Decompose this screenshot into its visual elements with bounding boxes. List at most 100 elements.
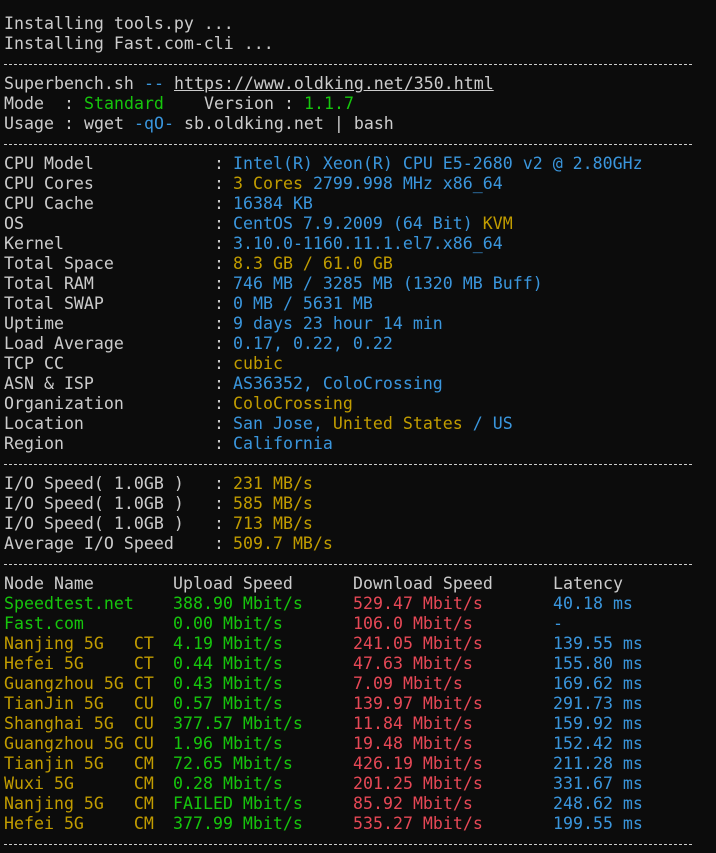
upload-speed-cell: 4.19 Mbit/s [173,634,283,653]
latency-cell: 331.67 ms [553,774,643,793]
col-header-upload: Upload Speed [173,574,293,593]
usage-args: sb.oldking.net | bash [184,114,394,133]
info-value: 0 MB / 5631 MB [233,294,373,314]
node-name-cell: Nanjing 5G CT [4,634,154,653]
info-label: Total SWAP [4,294,104,313]
speed-table-row: Nanjing 5G CM FAILED Mbit/s 85.92 Mbit/s 24… [4,794,716,814]
io-separator: : [214,514,224,533]
download-speed-cell: 535.27 Mbit/s [353,814,483,833]
io-speed-row: I/O Speed( 1.0GB ):713 MB/s [4,514,716,534]
mode-label: Mode [4,94,44,113]
speed-table-row: Shanghai 5G CU 377.57 Mbit/s 11.84 Mbit/s 1… [4,714,716,734]
speed-table-row: Tianjin 5G CM 72.65 Mbit/s 426.19 Mbit/s 21… [4,754,716,774]
info-separator: : [214,154,224,173]
latency-cell: 248.62 ms [553,794,643,813]
info-value: 9 days 23 hour 14 min [233,314,443,334]
info-value-part: California [233,434,333,453]
latency-cell: 155.80 ms [553,654,643,673]
speed-table-row: Hefei 5G CM 377.99 Mbit/s 535.27 Mbit/s 199… [4,814,716,834]
mode-value: Standard [84,94,164,113]
usage-flag: -qO- [134,114,174,133]
info-separator: : [214,394,224,413]
upload-speed-cell: 388.90 Mbit/s [173,594,303,613]
latency-cell: 211.28 ms [553,754,643,773]
info-value: 3.10.0-1160.11.1.el7.x86_64 [233,234,503,254]
info-value: Intel(R) Xeon(R) CPU E5-2680 v2 @ 2.80GH… [233,154,643,174]
info-value: ColoCrossing [233,394,353,414]
speed-table-row: Speedtest.net 388.90 Mbit/s 529.47 Mbit/s 4… [4,594,716,614]
info-value-part: 3 Cores [233,174,313,193]
download-speed-cell: 47.63 Mbit/s [353,654,473,673]
info-value-part: San Jose, [233,414,333,433]
download-speed-cell: 106.0 Mbit/s [353,614,473,633]
info-separator: : [214,314,224,333]
info-value: cubic [233,354,283,374]
system-info-row: Kernel:3.10.0-1160.11.1.el7.x86_64 [4,234,716,254]
speed-table-row: Wuxi 5G CM 0.28 Mbit/s 201.25 Mbit/s 331.67… [4,774,716,794]
info-value-part: / US [462,414,513,433]
system-info-row: Uptime:9 days 23 hour 14 min [4,314,716,334]
download-speed-cell: 201.25 Mbit/s [353,774,483,793]
system-info-row: Total RAM:746 MB / 3285 MB (1320 MB Buff… [4,274,716,294]
info-separator: : [214,374,224,393]
io-label: I/O Speed( 1.0GB ) [4,474,184,493]
header-title-line: Superbench.sh -- https://www.oldking.net… [4,74,716,94]
col-header-node: Node Name [4,574,94,593]
io-speed-row: I/O Speed( 1.0GB ):231 MB/s [4,474,716,494]
info-label: Organization [4,394,124,413]
system-info-row: OS: CentOS 7.9.2009 (64 Bit) KVM [4,214,716,234]
io-speed-row: I/O Speed( 1.0GB ):585 MB/s [4,494,716,514]
info-separator: : [214,194,224,213]
info-label: Region [4,434,64,453]
node-name-cell: Guangzhou 5G CT [4,674,154,693]
info-label: Uptime [4,314,64,333]
node-name-cell: Guangzhou 5G CU [4,734,154,753]
node-name-cell: Tianjin 5G CM [4,754,154,773]
usage-command: wget [84,114,124,133]
upload-speed-cell: 0.00 Mbit/s [173,614,283,633]
install-text: Installing tools.py ... [4,14,234,33]
project-url-link[interactable]: https://www.oldking.net/350.html [174,74,494,94]
divider [4,844,692,845]
info-value: 8.3 GB / 61.0 GB [233,254,393,274]
speed-table-header: Node Name Upload Speed Download Speed La… [4,574,716,594]
info-value-part: ColoCrossing [233,394,353,413]
info-value-part: CentOS 7.9.2009 (64 Bit) [233,214,483,233]
upload-speed-cell: 377.57 Mbit/s [173,714,303,733]
info-separator: : [214,294,224,313]
info-label: CPU Cache [4,194,94,213]
system-info-row: Total Space:8.3 GB / 61.0 GB [4,254,716,274]
divider [4,144,692,145]
version-separator: : [284,94,294,113]
io-value: 509.7 MB/s [233,534,333,553]
info-value-part: 3.10.0-1160.11.1.el7.x86_64 [233,234,503,253]
system-info-row: Load Average:0.17, 0.22, 0.22 [4,334,716,354]
info-value: California [233,434,333,454]
download-speed-cell: 85.92 Mbit/s [353,794,473,813]
info-value-part: Intel(R) Xeon(R) CPU E5-2680 v2 @ 2.80GH… [233,154,643,173]
info-label: TCP CC [4,354,64,373]
info-value: 746 MB / 3285 MB (1320 MB Buff) [233,274,543,294]
node-name-cell: Fast.com [4,614,84,633]
info-label: OS [4,214,24,233]
system-info-row: CPU Cores:3 Cores 2799.998 MHz x86_64 [4,174,716,194]
upload-speed-cell: 1.96 Mbit/s [173,734,283,753]
speed-table-row: Fast.com 0.00 Mbit/s 106.0 Mbit/s - [4,614,716,634]
system-info-row: ASN & ISP: AS36352, ColoCrossing [4,374,716,394]
io-speed-row: Average I/O Speed:509.7 MB/s [4,534,716,554]
io-value: 585 MB/s [233,494,313,513]
upload-speed-cell: 72.65 Mbit/s [173,754,293,773]
info-separator: : [214,414,224,433]
install-line: Installing Fast.com-cli ... [4,34,716,54]
io-label: I/O Speed( 1.0GB ) [4,514,184,533]
info-value: 0.17, 0.22, 0.22 [233,334,393,354]
col-header-download: Download Speed [353,574,493,593]
info-value: AS36352, ColoCrossing [233,374,443,394]
io-value: 713 MB/s [233,514,313,533]
info-separator: : [214,254,224,273]
latency-cell: 139.55 ms [553,634,643,653]
download-speed-cell: 19.48 Mbit/s [353,734,473,753]
version-value: 1.1.7 [304,94,354,113]
col-header-latency: Latency [553,574,623,593]
info-label: ASN & ISP [4,374,94,393]
